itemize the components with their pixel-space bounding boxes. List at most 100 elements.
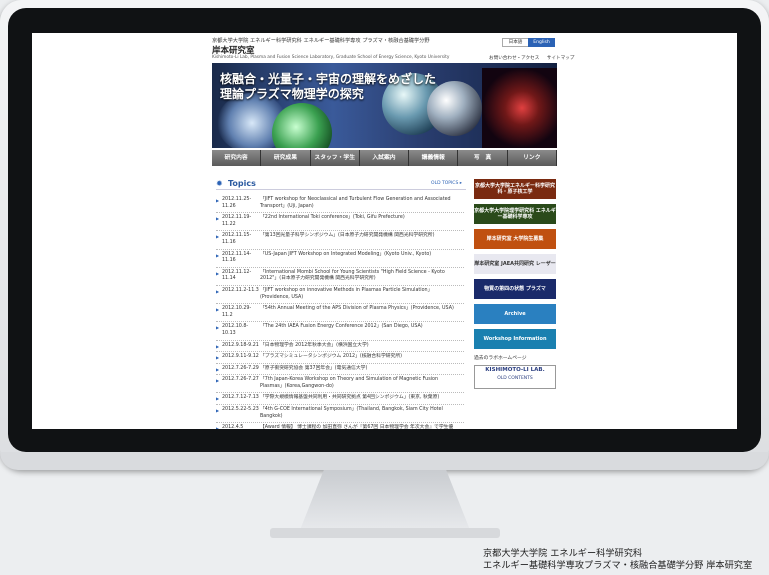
topic-text[interactable]: 「日本物理学会 2012年秋季大会」(横浜国立大学) <box>260 343 458 350</box>
topic-date: 2012.9.18-9.21 <box>222 342 259 348</box>
topic-date: 2012.11.15-11.16 <box>222 233 252 245</box>
topic-date: 2012.7.26-7.27 <box>222 377 259 383</box>
bullet-icon: ▶ <box>216 325 220 331</box>
topic-text[interactable]: 「22nd International Toki conference」(Tok… <box>260 215 458 222</box>
monitor-frame: 京都大学大学院 エネルギー科学研究科 エネルギー基礎科学専攻 プラズマ・核融合基… <box>0 0 769 470</box>
topic-date: 2012.11.12-11.14 <box>222 269 252 282</box>
topic-date: 2012.4.5 <box>222 425 244 429</box>
topic-text[interactable]: 「JIFT workshop on innovative Methods in … <box>260 288 458 301</box>
nav-item[interactable]: 講義情報 <box>409 150 459 166</box>
bullet-icon: ▶ <box>216 343 220 349</box>
topic-item[interactable]: ▶ 2012.11.14-11.16 「US-Japan JIFT Workshop… <box>216 250 464 268</box>
old-lab-title: KISHIMOTO-LI LAB. <box>485 367 545 373</box>
topic-text[interactable]: 「JIFT workshop for Neoclassical and Turb… <box>260 197 458 210</box>
old-topics-link[interactable]: OLD TOPICS ▸ <box>431 181 462 186</box>
monitor-chin <box>0 452 769 470</box>
topic-text[interactable]: 「第13回光量子科学シンポジウム」(日本原子力研究開発機構 関西光科学研究所) <box>260 233 458 240</box>
topic-text[interactable]: 「プラズマシミュレータシンポジウム 2012」(核融合科学研究所) <box>260 354 458 361</box>
topic-text[interactable]: 「The 24th IAEA Fusion Energy Conference … <box>260 324 458 331</box>
header-subtitle: 京都大学大学院 エネルギー科学研究科 エネルギー基礎科学専攻 プラズマ・核融合基… <box>212 38 430 44</box>
contact-link[interactable]: お問い合わせ・アクセス <box>489 56 539 61</box>
header-english: Kishimoto-Li Lab, Plasma and Fusion Scie… <box>212 55 450 60</box>
sun-icon: ✹ <box>216 179 223 188</box>
bullet-icon: ▶ <box>216 355 220 361</box>
topic-date: 2012.11.25-11.26 <box>222 197 252 209</box>
topics-title: Topics <box>228 179 256 188</box>
side-banner[interactable]: 京都大学大学院理学研究科 エネルギー基礎科学専攻 <box>474 204 556 224</box>
topic-item[interactable]: ▶ 2012.10.29-11.2 「54th Annual Meeting of … <box>216 304 464 323</box>
bullet-icon: ▶ <box>216 408 220 414</box>
topic-date: 2012.11.2-11.3 <box>222 287 259 293</box>
topic-item[interactable]: ▶ 2012.7.26-7.29「原子衝突研究協会 第37回年会」(電気通信大学) <box>216 364 464 376</box>
topic-item[interactable]: ▶ 2012.9.18-9.21「日本物理学会 2012年秋季大会」(横浜国立大学… <box>216 341 464 353</box>
topic-item[interactable]: ▶ 2012.9.11-9.12「プラズマシミュレータシンポジウム 2012」(核… <box>216 352 464 364</box>
side-banner[interactable]: Archive <box>474 304 556 324</box>
topic-text[interactable]: 「学際大規模情報基盤共同利用・共同研究拠点 第4回シンポジウム」(東京, 秋葉原… <box>260 395 458 402</box>
topic-item[interactable]: ▶ 2012.4.5 【Award 情報】 博士課程の 加田直弥 さんが『第67回 … <box>216 423 464 429</box>
topic-item[interactable]: ▶ 2012.11.2-11.3「JIFT workshop on innovat… <box>216 286 464 305</box>
bullet-icon: ▶ <box>216 366 220 372</box>
nav-item[interactable]: リンク <box>508 150 557 166</box>
bullet-icon: ▶ <box>216 234 220 240</box>
topic-item[interactable]: ▶ 2012.7.12-7.13「学際大規模情報基盤共同利用・共同研究拠点 第4回… <box>216 393 464 406</box>
lang-english-button[interactable]: English <box>528 38 555 47</box>
caption-line2: エネルギー基礎科学専攻プラズマ・核融合基礎学分野 岸本研究室 <box>483 560 753 571</box>
bullet-icon: ▶ <box>216 252 220 258</box>
past-homepage-label: 過去のラボホームページ <box>474 356 527 361</box>
caption-line1: 京都大学大学院 エネルギー科学研究科 <box>483 548 643 559</box>
topic-date: 2012.7.26-7.29 <box>222 365 259 371</box>
topics-header: ✹ Topics OLD TOPICS ▸ <box>216 179 466 190</box>
topic-item[interactable]: ▶ 2012.10.8-10.13 「The 24th IAEA Fusion En… <box>216 322 464 341</box>
side-banner[interactable]: 京都大学大学院エネルギー科学研究科・原子核工学 <box>474 179 556 199</box>
old-contents-banner[interactable]: KISHIMOTO-LI LAB. OLD CONTENTS <box>474 365 556 389</box>
topic-date: 2012.10.29-11.2 <box>222 306 252 318</box>
sitemap-link[interactable]: サイトマップ <box>547 56 575 61</box>
bullet-icon: ▶ <box>216 426 220 429</box>
banner-title-line2: 理論プラズマ物理学の探究 <box>220 87 364 101</box>
bullet-icon: ▶ <box>216 307 220 313</box>
topic-text[interactable]: 「4th G-COE International Symposium」(Thai… <box>260 407 458 420</box>
header-links: お問い合わせ・アクセス サイトマップ <box>483 55 574 61</box>
nav-item[interactable]: 研究内容 <box>212 150 262 166</box>
topic-item[interactable]: ▶ 2012.11.12-11.14 「International Mombi Sc… <box>216 268 464 286</box>
bullet-icon: ▶ <box>216 396 220 402</box>
topic-item[interactable]: ▶ 2012.11.25-11.26 「JIFT workshop for Neoc… <box>216 195 464 214</box>
sidebar-banners: 京都大学大学院エネルギー科学研究科・原子核工学 京都大学大学院理学研究科 エネルギ… <box>474 179 556 349</box>
main-nav: 研究内容 研究成果 スタッフ・学生 入試案内 講義情報写 真リンク <box>212 150 557 166</box>
topic-date: 2012.5.22-5.23 <box>222 407 259 413</box>
website: 京都大学大学院 エネルギー科学研究科 エネルギー基礎科学専攻 プラズマ・核融合基… <box>212 33 574 429</box>
topic-item[interactable]: ▶ 2012.5.22-5.23「4th G-COE International … <box>216 405 464 424</box>
topic-item[interactable]: ▶ 2012.11.19-11.22 「22nd International Tok… <box>216 213 464 232</box>
side-banner[interactable]: 岸本研究室 JAEA共同研究 レーザー <box>474 254 556 274</box>
banner-emblem <box>427 81 482 136</box>
monitor-screen: 京都大学大学院 エネルギー科学研究科 エネルギー基礎科学専攻 プラズマ・核融合基… <box>32 33 737 429</box>
topic-text[interactable]: 「原子衝突研究協会 第37回年会」(電気通信大学) <box>260 366 458 373</box>
topic-item[interactable]: ▶ 2012.11.15-11.16 「第13回光量子科学シンポジウム」(日本原子力… <box>216 231 464 250</box>
topic-text[interactable]: 「US-Japan JIFT Workshop on Integrated Mo… <box>260 252 458 259</box>
site-header: 京都大学大学院 エネルギー科学研究科 エネルギー基礎科学専攻 プラズマ・核融合基… <box>212 33 574 65</box>
topic-text[interactable]: 【Award 情報】 博士課程の 加田直弥 さんが『第67回 日本物理学会 年次… <box>260 425 458 429</box>
bullet-icon: ▶ <box>216 378 220 384</box>
bullet-icon: ▶ <box>216 288 220 294</box>
side-banner[interactable]: 岸本研究室 大学院生募集 <box>474 229 556 249</box>
nav-item[interactable]: 写 真 <box>458 150 508 166</box>
topic-date: 2012.11.19-11.22 <box>222 215 252 227</box>
bullet-icon: ▶ <box>216 198 220 203</box>
banner-plasma-sphere <box>272 103 332 148</box>
topics-list: ▶ 2012.11.25-11.26「JIFT workshop for Neoc… <box>216 195 464 429</box>
topic-date: 2012.7.12-7.13 <box>222 395 259 401</box>
side-banner[interactable]: Workshop Information <box>474 329 556 349</box>
topic-text[interactable]: 「International Mombi School for Young Sc… <box>260 270 458 283</box>
topic-item[interactable]: ▶ 2012.7.26-7.27「7th Japan-Korea Workshop… <box>216 375 464 394</box>
bullet-icon: ▶ <box>216 216 220 222</box>
topic-date: 2012.10.8-10.13 <box>222 324 249 336</box>
nav-item[interactable]: 研究成果 <box>261 150 311 166</box>
nav-item[interactable]: 入試案内 <box>360 150 410 166</box>
side-banner[interactable]: 物質の第四の状態 プラズマ <box>474 279 556 299</box>
topic-date: 2012.11.14-11.16 <box>222 251 252 264</box>
nav-item[interactable]: スタッフ・学生 <box>311 150 360 166</box>
sidebar: 京都大学大学院エネルギー科学研究科・原子核工学 京都大学大学院理学研究科 エネルギ… <box>474 179 556 389</box>
lang-japanese-button[interactable]: 日本語 <box>502 38 529 47</box>
topic-text[interactable]: 「54th Annual Meeting of the APS Division… <box>260 306 458 313</box>
topic-text[interactable]: 「7th Japan-Korea Workshop on Theory and … <box>260 377 458 390</box>
